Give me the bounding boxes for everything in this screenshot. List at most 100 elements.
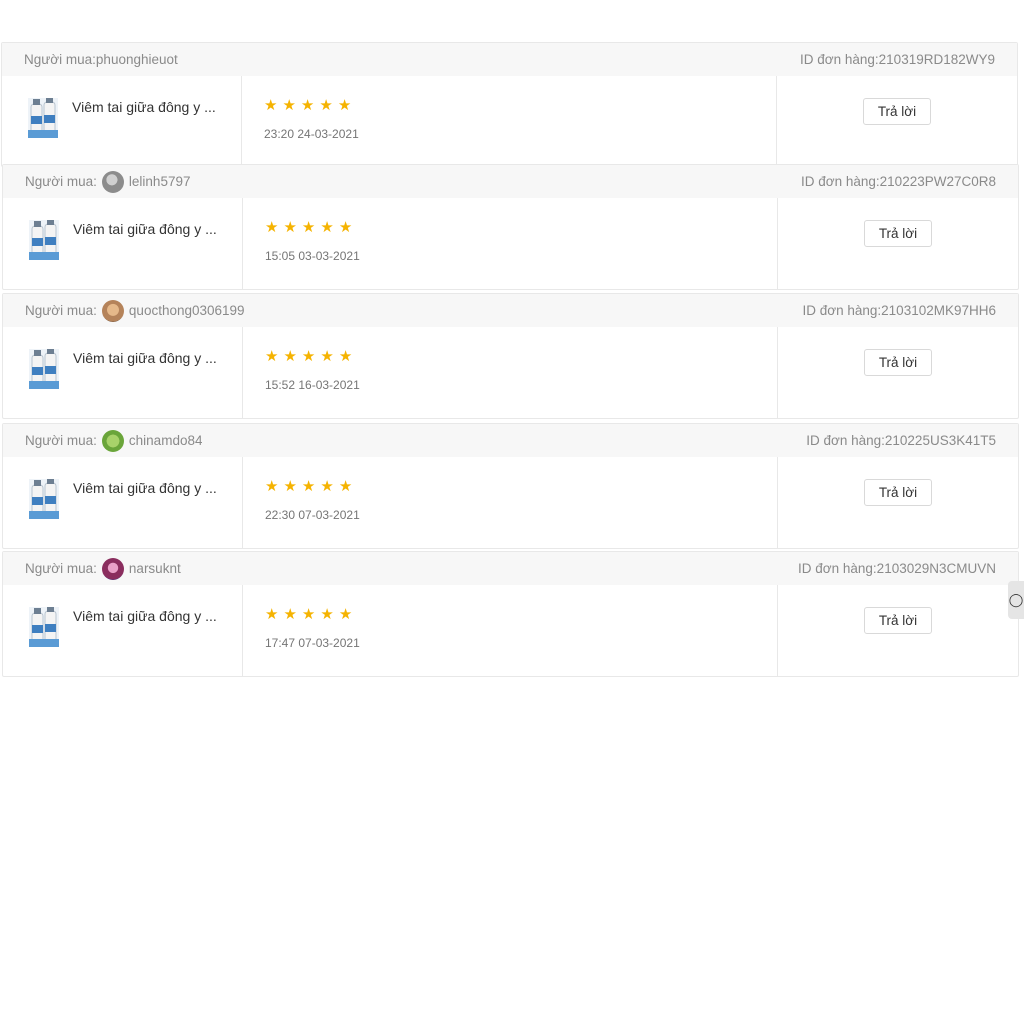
order-id[interactable]: ID đơn hàng:210225US3K41T5	[806, 433, 996, 448]
reply-button[interactable]: Trả lời	[864, 479, 932, 506]
star-icon: ★	[301, 219, 316, 236]
star-icon: ★	[264, 97, 278, 114]
rating-cell: ★ ★ ★ ★ ★ 15:52 16-03-2021	[243, 327, 778, 418]
star-icon: ★	[338, 219, 353, 236]
action-cell: Trả lời	[778, 457, 1018, 548]
star-icon: ★	[337, 97, 352, 114]
buyer-avatar[interactable]	[101, 170, 124, 193]
action-cell: Trả lời	[778, 198, 1018, 289]
buyer-name[interactable]: quocthong0306199	[129, 303, 245, 318]
buyer-label: Người mua:	[25, 174, 97, 189]
star-icon: ★	[282, 97, 296, 114]
star-rating: ★ ★ ★ ★ ★	[265, 479, 777, 494]
product-cell: Viêm tai giữa đông y ...	[3, 457, 243, 548]
buyer-name[interactable]: chinamdo84	[129, 433, 203, 448]
review-card-body: Viêm tai giữa đông y ... ★ ★ ★ ★ ★ 23:20 24-…	[2, 76, 1017, 166]
review-card: Người mua: lelinh5797 ID đơn hàng:210223…	[2, 164, 1019, 290]
star-icon: ★	[338, 606, 353, 623]
action-cell: Trả lời	[778, 585, 1018, 676]
star-rating: ★ ★ ★ ★ ★	[265, 607, 777, 622]
star-icon: ★	[301, 478, 316, 495]
buyer-info: Người mua: quocthong0306199	[25, 299, 245, 322]
product-name[interactable]: Viêm tai giữa đông y ...	[72, 99, 216, 115]
review-card-header: Người mua: quocthong0306199 ID đơn hàng:…	[3, 294, 1018, 327]
buyer-label: Người mua:	[25, 303, 97, 318]
star-icon: ★	[338, 348, 353, 365]
review-card-header: Người mua: phuonghieuot ID đơn hàng:2103…	[2, 43, 1017, 76]
star-rating: ★ ★ ★ ★ ★	[264, 98, 776, 113]
star-icon: ★	[319, 97, 333, 114]
star-icon: ★	[265, 478, 279, 495]
product-name[interactable]: Viêm tai giữa đông y ...	[73, 480, 217, 496]
star-rating: ★ ★ ★ ★ ★	[265, 220, 777, 235]
buyer-avatar[interactable]	[101, 557, 124, 580]
star-icon: ★	[265, 219, 279, 236]
order-id[interactable]: ID đơn hàng:2103029N3CMUVN	[798, 561, 996, 576]
side-chat-tab[interactable]: ◯	[1008, 581, 1024, 619]
review-date: 17:47 07-03-2021	[265, 636, 360, 650]
star-rating: ★ ★ ★ ★ ★	[265, 349, 777, 364]
review-card-header: Người mua: chinamdo84 ID đơn hàng:210225…	[3, 424, 1018, 457]
buyer-info: Người mua: narsuknt	[25, 557, 181, 580]
product-thumbnail[interactable]	[28, 98, 58, 138]
product-name[interactable]: Viêm tai giữa đông y ...	[73, 350, 217, 366]
star-icon: ★	[300, 97, 315, 114]
buyer-avatar[interactable]	[101, 429, 124, 452]
review-card: Người mua: quocthong0306199 ID đơn hàng:…	[2, 293, 1019, 419]
rating-cell: ★ ★ ★ ★ ★ 23:20 24-03-2021	[242, 76, 777, 166]
product-thumbnail[interactable]	[29, 349, 59, 389]
star-icon: ★	[283, 606, 297, 623]
review-card-body: Viêm tai giữa đông y ... ★ ★ ★ ★ ★ 22:30 07-…	[3, 457, 1018, 548]
star-icon: ★	[283, 219, 297, 236]
review-card: Người mua: narsuknt ID đơn hàng:2103029N…	[2, 551, 1019, 677]
review-card-body: Viêm tai giữa đông y ... ★ ★ ★ ★ ★ 15:52 16-…	[3, 327, 1018, 418]
buyer-info: Người mua: phuonghieuot	[24, 52, 178, 67]
review-date: 23:20 24-03-2021	[264, 127, 359, 141]
reply-button[interactable]: Trả lời	[863, 98, 931, 125]
review-card: Người mua: phuonghieuot ID đơn hàng:2103…	[1, 42, 1018, 167]
reply-button[interactable]: Trả lời	[864, 349, 932, 376]
buyer-label: Người mua:	[25, 561, 97, 576]
star-icon: ★	[265, 348, 279, 365]
buyer-info: Người mua: chinamdo84	[25, 429, 203, 452]
action-cell: Trả lời	[777, 76, 1017, 166]
review-card-header: Người mua: lelinh5797 ID đơn hàng:210223…	[3, 165, 1018, 198]
star-icon: ★	[265, 606, 279, 623]
star-icon: ★	[301, 348, 316, 365]
buyer-info: Người mua: lelinh5797	[25, 170, 191, 193]
rating-cell: ★ ★ ★ ★ ★ 17:47 07-03-2021	[243, 585, 778, 676]
product-cell: Viêm tai giữa đông y ...	[3, 198, 243, 289]
buyer-name[interactable]: phuonghieuot	[96, 52, 178, 67]
buyer-name[interactable]: lelinh5797	[129, 174, 191, 189]
star-icon: ★	[320, 478, 334, 495]
reply-button[interactable]: Trả lời	[864, 220, 932, 247]
rating-cell: ★ ★ ★ ★ ★ 15:05 03-03-2021	[243, 198, 778, 289]
product-name[interactable]: Viêm tai giữa đông y ...	[73, 608, 217, 624]
star-icon: ★	[320, 606, 334, 623]
action-cell: Trả lời	[778, 327, 1018, 418]
product-cell: Viêm tai giữa đông y ...	[2, 76, 242, 166]
buyer-name[interactable]: narsuknt	[129, 561, 181, 576]
star-icon: ★	[283, 348, 297, 365]
review-card-body: Viêm tai giữa đông y ... ★ ★ ★ ★ ★ 17:47 07-…	[3, 585, 1018, 676]
product-thumbnail[interactable]	[29, 607, 59, 647]
review-card: Người mua: chinamdo84 ID đơn hàng:210225…	[2, 423, 1019, 549]
order-id[interactable]: ID đơn hàng:210319RD182WY9	[800, 52, 995, 67]
product-thumbnail[interactable]	[29, 220, 59, 260]
review-card-header: Người mua: narsuknt ID đơn hàng:2103029N…	[3, 552, 1018, 585]
star-icon: ★	[320, 348, 334, 365]
buyer-label: Người mua:	[25, 433, 97, 448]
chat-icon: ◯	[1008, 592, 1024, 607]
review-date: 15:52 16-03-2021	[265, 378, 360, 392]
product-cell: Viêm tai giữa đông y ...	[3, 327, 243, 418]
review-date: 22:30 07-03-2021	[265, 508, 360, 522]
buyer-label: Người mua:	[24, 52, 96, 67]
order-id[interactable]: ID đơn hàng:210223PW27C0R8	[801, 174, 996, 189]
order-id[interactable]: ID đơn hàng:2103102MK97HH6	[803, 303, 996, 318]
buyer-avatar[interactable]	[101, 299, 124, 322]
product-name[interactable]: Viêm tai giữa đông y ...	[73, 221, 217, 237]
rating-cell: ★ ★ ★ ★ ★ 22:30 07-03-2021	[243, 457, 778, 548]
star-icon: ★	[338, 478, 353, 495]
reply-button[interactable]: Trả lời	[864, 607, 932, 634]
product-thumbnail[interactable]	[29, 479, 59, 519]
